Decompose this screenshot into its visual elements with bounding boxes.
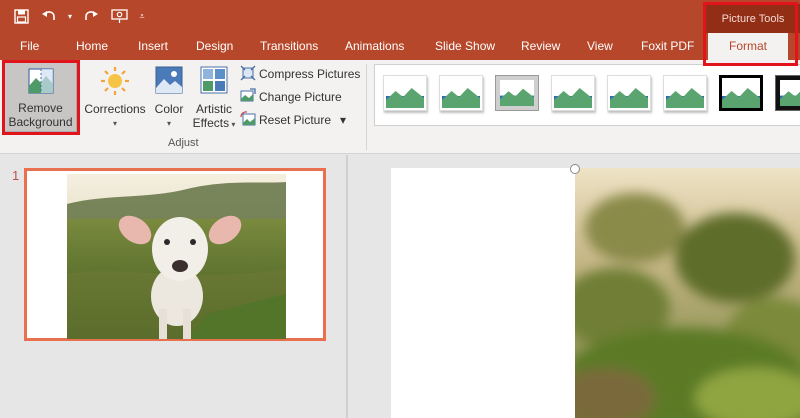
compress-pictures-label: Compress Pictures [259, 67, 361, 81]
tab-transitions[interactable]: Transitions [260, 33, 318, 60]
picture-tools-label: Picture Tools [706, 4, 800, 33]
remove-background-icon [27, 68, 54, 97]
tab-slide-show[interactable]: Slide Show [435, 33, 495, 60]
color-dropdown-icon: ▾ [166, 119, 171, 128]
compress-pictures-button[interactable]: Compress Pictures [240, 64, 360, 84]
redo-icon[interactable] [80, 5, 102, 27]
corrections-button[interactable]: Corrections ▾ [84, 66, 146, 131]
artistic-effects-icon [200, 66, 228, 99]
compress-pictures-icon [240, 65, 256, 84]
artistic-effects-button[interactable]: Artistic Effects ▾ [191, 66, 237, 132]
save-icon[interactable] [10, 5, 32, 27]
ribbon-tabs: File Home Insert Design Transitions Anim… [0, 33, 800, 93]
tab-format[interactable]: Format [708, 33, 788, 60]
title-bar: ▾ ⩡ Picture Tools [0, 0, 800, 33]
remove-background-button[interactable]: Remove Background [4, 62, 77, 132]
artistic-effects-label-2: Effects ▾ [192, 116, 236, 130]
adjust-group-label: Adjust [168, 137, 199, 149]
lamb-photo-thumbnail [67, 174, 286, 339]
artistic-effects-dropdown-icon: ▾ [229, 120, 236, 129]
start-from-beginning-icon[interactable] [108, 5, 130, 27]
ribbon-format: Remove Background Corrections ▾ Color ▾ … [0, 60, 800, 154]
group-separator [366, 64, 367, 150]
tab-file[interactable]: File [20, 33, 39, 60]
reset-picture-button[interactable]: Reset Picture ▾ [240, 110, 346, 130]
change-picture-icon [240, 87, 256, 107]
slide-thumbnail[interactable] [24, 168, 326, 341]
picture-style-thumbnail[interactable] [663, 75, 707, 111]
tab-design[interactable]: Design [196, 33, 233, 60]
reset-picture-label: Reset Picture [259, 113, 332, 127]
corrections-dropdown-icon: ▾ [112, 119, 117, 128]
picture-style-thumbnail[interactable] [383, 75, 427, 111]
picture-style-thumbnail[interactable] [439, 75, 483, 111]
color-icon [155, 66, 183, 99]
tab-foxit-pdf[interactable]: Foxit PDF [641, 33, 694, 60]
customize-qat-icon[interactable]: ⩡ [136, 5, 148, 27]
undo-dropdown-icon[interactable]: ▾ [66, 5, 74, 27]
reset-picture-dropdown-icon[interactable]: ▾ [340, 113, 346, 127]
change-picture-label: Change Picture [259, 90, 342, 104]
undo-icon[interactable] [38, 5, 60, 27]
tab-view[interactable]: View [587, 33, 613, 60]
color-label: Color [154, 102, 184, 116]
picture-style-thumbnail[interactable] [719, 75, 763, 111]
remove-background-label-2: Background [8, 115, 73, 129]
picture-style-thumbnail[interactable] [551, 75, 595, 111]
slide-number: 1 [12, 168, 20, 183]
picture-style-thumbnail[interactable] [495, 75, 539, 111]
quick-access-toolbar: ▾ ⩡ [10, 5, 148, 27]
picture-style-thumbnail[interactable] [775, 75, 800, 111]
reset-picture-icon [240, 110, 256, 130]
tab-animations[interactable]: Animations [345, 33, 404, 60]
artistic-effects-label-1: Artistic [196, 102, 232, 116]
corrections-icon [100, 66, 130, 99]
remove-background-label-1: Remove [18, 101, 63, 115]
change-picture-button[interactable]: Change Picture [240, 87, 342, 107]
color-button[interactable]: Color ▾ [152, 66, 186, 131]
selection-handle[interactable] [570, 164, 580, 174]
corrections-label: Corrections [84, 102, 146, 116]
picture-styles-gallery [374, 64, 800, 126]
lamb-photo-main[interactable] [575, 168, 800, 418]
picture-style-thumbnail[interactable] [607, 75, 651, 111]
tab-home[interactable]: Home [76, 33, 108, 60]
tab-insert[interactable]: Insert [138, 33, 168, 60]
tab-review[interactable]: Review [521, 33, 560, 60]
